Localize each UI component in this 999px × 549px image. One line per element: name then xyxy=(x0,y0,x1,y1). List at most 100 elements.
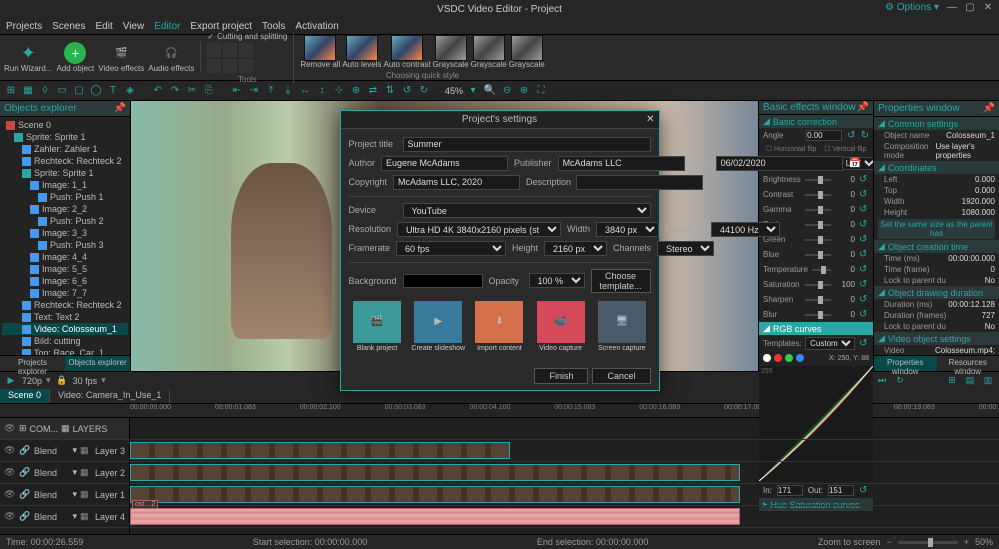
strip-icon[interactable]: ▦ xyxy=(21,84,35,98)
tree-item[interactable]: Push: Push 1 xyxy=(2,191,128,203)
fx-icon[interactable]: ▦ xyxy=(80,511,92,522)
strip-icon[interactable]: ⎘ xyxy=(202,84,216,98)
strip-icon[interactable]: ✂ xyxy=(185,84,199,98)
strip-icon[interactable]: ↷ xyxy=(168,84,182,98)
strip-icon[interactable]: ⊕ xyxy=(349,84,363,98)
reset-icon[interactable]: ↺ xyxy=(859,294,869,305)
publisher-input[interactable] xyxy=(558,156,685,171)
opacity-select[interactable]: 100 % xyxy=(529,273,585,288)
strip-icon[interactable]: ⤒ xyxy=(264,84,278,98)
strip-icon[interactable]: ⛶ xyxy=(534,84,548,98)
strip-icon[interactable]: ↶ xyxy=(151,84,165,98)
strip-icon[interactable]: ◈ xyxy=(123,84,137,98)
fx-icon[interactable]: ▦ xyxy=(80,489,92,500)
rotate-left-icon[interactable]: ↺ xyxy=(847,130,855,141)
strip-icon[interactable]: ⊞ xyxy=(4,84,18,98)
template-blank[interactable]: 🎬Blank project xyxy=(350,301,404,352)
tree-item[interactable]: Push: Push 3 xyxy=(2,239,128,251)
layer-row[interactable]: 👁🔗Blend▾▦Layer 1 xyxy=(0,484,129,506)
tool-6[interactable] xyxy=(239,59,253,73)
background-color-swatch[interactable] xyxy=(403,274,483,288)
tab-projects-explorer[interactable]: Projects explorer xyxy=(0,356,65,371)
basic-correction-header[interactable]: ◢ Basic correction xyxy=(759,115,873,128)
strip-icon[interactable]: ⇄ xyxy=(366,84,380,98)
menu-export[interactable]: Export project xyxy=(190,21,252,32)
tree-item[interactable]: Image: 7_7 xyxy=(2,287,128,299)
zoom-down-icon[interactable]: ▾ xyxy=(466,84,480,98)
strip-icon[interactable]: ▭ xyxy=(55,84,69,98)
tab-resources[interactable]: Resources window xyxy=(937,356,999,371)
menu-projects[interactable]: Projects xyxy=(6,21,42,32)
layout-icon[interactable]: ⊞ xyxy=(945,374,959,388)
zoom-slider[interactable] xyxy=(898,541,958,544)
modal-close-icon[interactable]: ✕ xyxy=(646,114,654,125)
track[interactable] xyxy=(130,484,999,506)
project-title-input[interactable] xyxy=(403,137,651,152)
video-effects-button[interactable]: 🎬 Video effects xyxy=(98,42,144,73)
tool-2[interactable] xyxy=(223,43,237,57)
strip-icon[interactable]: ⊹ xyxy=(332,84,346,98)
menu-activation[interactable]: Activation xyxy=(295,21,338,32)
tab-objects-explorer[interactable]: Objects explorer xyxy=(65,356,130,371)
author-input[interactable] xyxy=(381,156,508,171)
strip-icon[interactable]: ↕ xyxy=(315,84,329,98)
track[interactable]: ost…2 xyxy=(130,506,999,528)
tree-item[interactable]: Zahler: Zahler 1 xyxy=(2,143,128,155)
object-name-value[interactable]: Colosseum_1 xyxy=(946,131,995,140)
reset-icon[interactable]: ↺ xyxy=(859,264,869,275)
hflip-checkbox[interactable]: ☐ Horizontal flip xyxy=(766,145,817,153)
date-input[interactable] xyxy=(716,156,843,171)
style-auto-contrast[interactable] xyxy=(391,35,423,61)
finish-button[interactable]: Finish xyxy=(534,368,588,384)
link-icon[interactable]: 🔗 xyxy=(19,445,31,456)
zoom-out-icon[interactable]: − xyxy=(886,537,891,547)
description-input[interactable] xyxy=(576,175,703,190)
tab-properties[interactable]: Properties window xyxy=(874,356,937,371)
tree-item[interactable]: Sprite: Sprite 1 xyxy=(2,167,128,179)
strip-icon[interactable]: ⇅ xyxy=(383,84,397,98)
style-grayscale-1[interactable] xyxy=(435,35,467,61)
device-select[interactable]: YouTube xyxy=(403,203,651,218)
rgb-curves-header[interactable]: ◢ RGB curves xyxy=(759,322,873,335)
sharpen-slider[interactable] xyxy=(805,299,831,301)
width-select[interactable]: 3840 px xyxy=(596,222,659,237)
layout-icon[interactable]: ▤ xyxy=(963,374,977,388)
channels-select[interactable]: Stereo xyxy=(657,241,714,256)
reset-icon[interactable]: ↺ xyxy=(859,338,869,349)
reset-icon[interactable]: ↺ xyxy=(859,204,869,215)
frequency-select[interactable]: 44100 Hz xyxy=(711,222,780,237)
loop-icon[interactable]: ↻ xyxy=(893,374,907,388)
style-grayscale-3[interactable] xyxy=(511,35,543,61)
gamma-slider[interactable] xyxy=(805,209,831,211)
tree-item[interactable]: Image: 1_1 xyxy=(2,179,128,191)
reset-icon[interactable]: ↺ xyxy=(859,249,869,260)
tree-item[interactable]: Scene 0 xyxy=(2,119,128,131)
reset-icon[interactable]: ↺ xyxy=(859,234,869,245)
timeline-tab-scene[interactable]: Scene 0 xyxy=(0,389,50,403)
link-icon[interactable]: 🔗 xyxy=(19,489,31,500)
template-slideshow[interactable]: ▶Create slideshow xyxy=(411,301,465,352)
eye-icon[interactable]: 👁 xyxy=(4,511,16,522)
add-object-button[interactable]: + Add object xyxy=(56,42,94,73)
cancel-button[interactable]: Cancel xyxy=(592,368,650,384)
framerate-select[interactable]: 60 fps xyxy=(396,241,506,256)
template-video-capture[interactable]: 📹Video capture xyxy=(534,301,588,352)
tree-item[interactable]: Rechteck: Rechteck 2 xyxy=(2,299,128,311)
reset-icon[interactable]: ↺ xyxy=(859,309,869,320)
reset-icon[interactable]: ↺ xyxy=(859,189,869,200)
strip-icon[interactable]: ↻ xyxy=(417,84,431,98)
layer-row[interactable]: 👁🔗Blend▾▦Layer 2 xyxy=(0,462,129,484)
strip-icon[interactable]: ⊖ xyxy=(500,84,514,98)
strip-icon[interactable]: ▢ xyxy=(72,84,86,98)
strip-icon[interactable]: ◊ xyxy=(38,84,52,98)
tree-item[interactable]: Video: Colosseum_1 xyxy=(2,323,128,335)
panel-pin-icon[interactable]: 📌 xyxy=(857,102,869,113)
saturation-slider[interactable] xyxy=(805,284,831,286)
blur-slider[interactable] xyxy=(805,314,831,316)
tree-item[interactable]: Ton: Race_Car_1 xyxy=(2,347,128,355)
run-wizard-button[interactable]: ✦ Run Wizard... xyxy=(4,42,52,73)
link-icon[interactable]: 🔗 xyxy=(19,467,31,478)
clip[interactable] xyxy=(130,464,740,481)
layer-dropdown-icon[interactable]: ▾ xyxy=(72,511,77,522)
eye-icon[interactable]: 👁 xyxy=(4,467,16,478)
